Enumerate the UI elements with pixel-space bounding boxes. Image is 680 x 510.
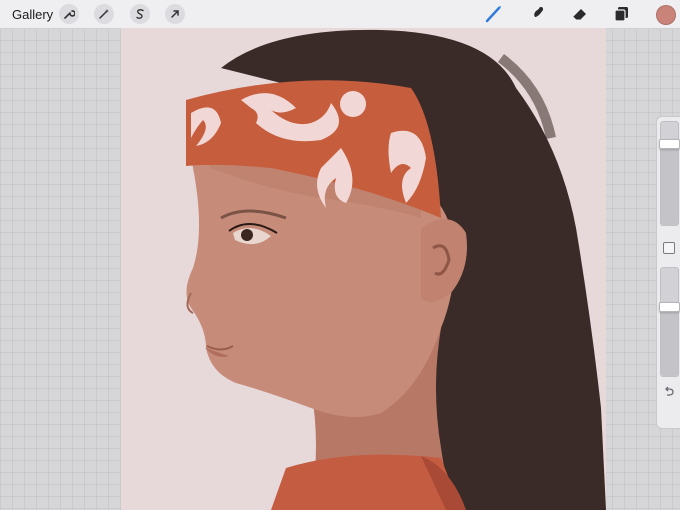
arrow-cursor-icon[interactable] bbox=[165, 4, 185, 24]
portrait-artwork bbox=[121, 28, 606, 510]
layers-icon[interactable] bbox=[611, 4, 633, 24]
brush-size-fill bbox=[661, 144, 678, 225]
selection-s-icon[interactable] bbox=[130, 4, 150, 24]
eraser-icon[interactable] bbox=[569, 4, 591, 24]
sidebar-controls bbox=[656, 116, 680, 429]
brush-icon[interactable] bbox=[483, 4, 505, 24]
square-icon[interactable] bbox=[663, 242, 675, 254]
brush-size-thumb[interactable] bbox=[659, 138, 680, 149]
opacity-fill bbox=[661, 307, 678, 376]
magic-wand-icon[interactable] bbox=[94, 4, 114, 24]
artwork-canvas[interactable] bbox=[121, 28, 606, 510]
gallery-button[interactable]: Gallery bbox=[12, 7, 53, 22]
smudge-icon[interactable] bbox=[526, 4, 548, 24]
current-color-swatch[interactable] bbox=[656, 5, 676, 25]
undo-icon[interactable] bbox=[662, 384, 676, 398]
brush-size-slider[interactable] bbox=[659, 121, 680, 226]
wrench-icon[interactable] bbox=[59, 4, 79, 24]
opacity-thumb[interactable] bbox=[659, 301, 680, 312]
top-toolbar: Gallery bbox=[0, 0, 680, 29]
opacity-slider[interactable] bbox=[659, 267, 680, 377]
